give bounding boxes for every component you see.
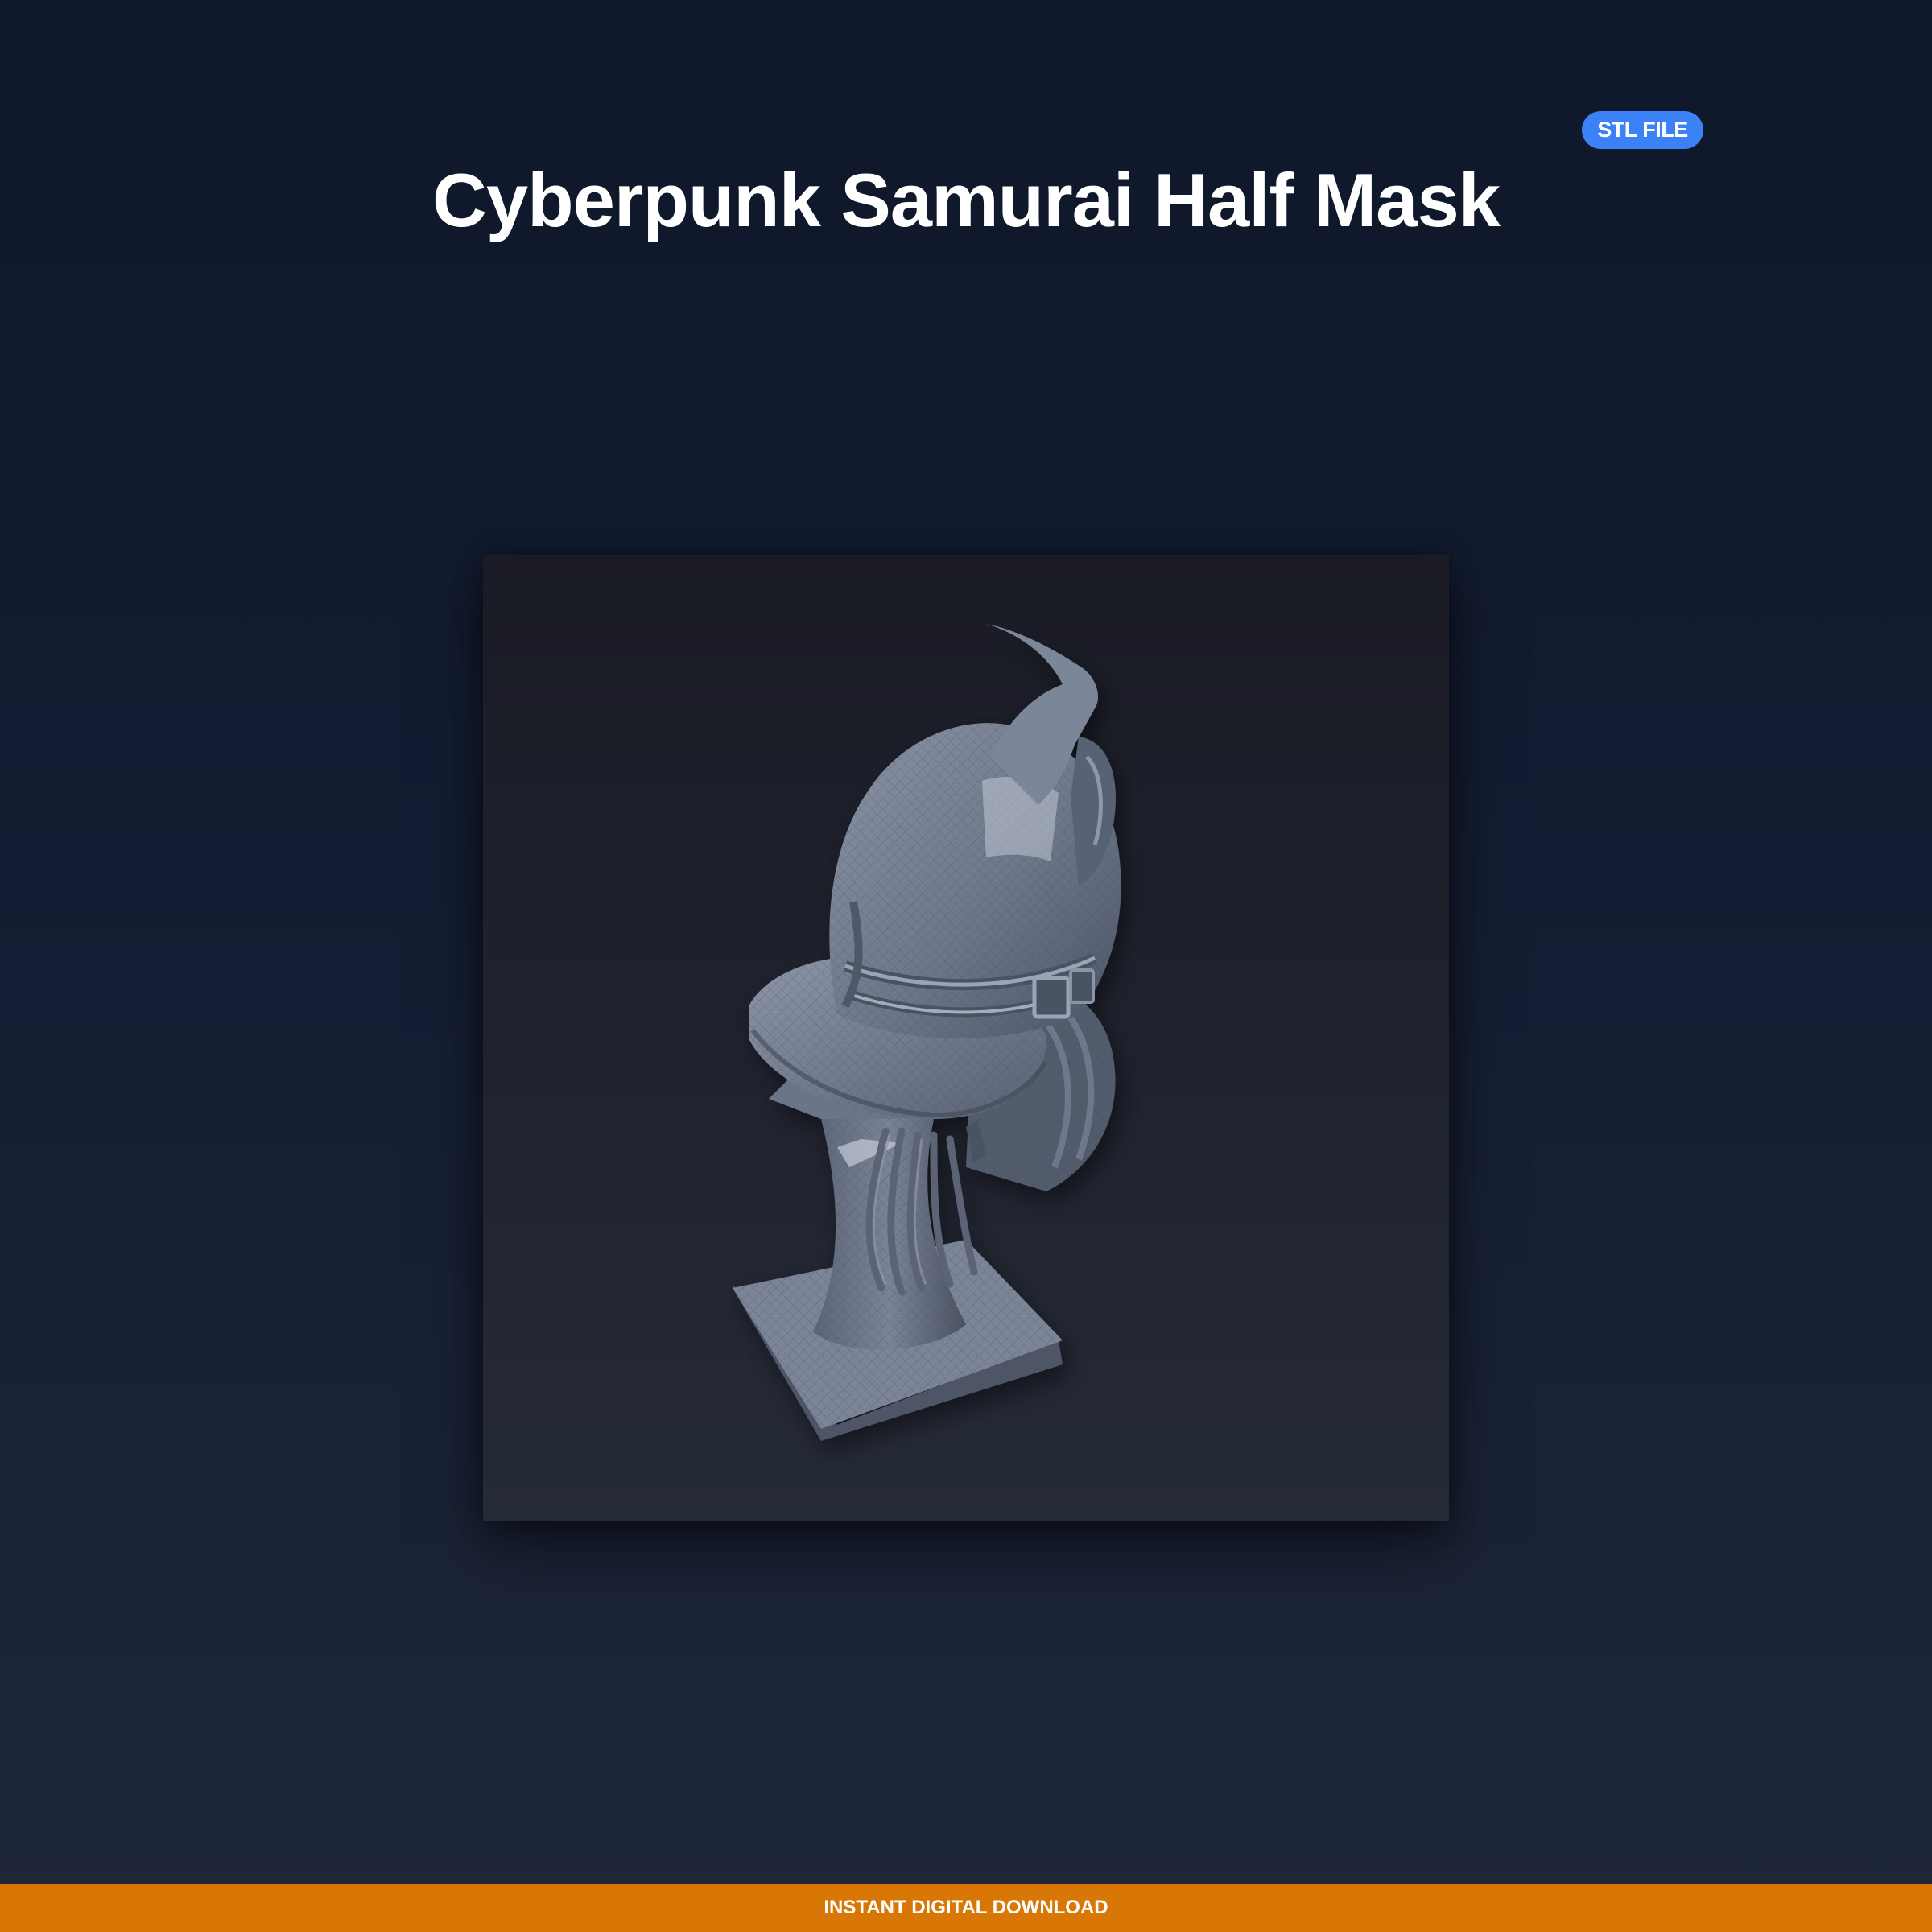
page-title: Cyberpunk Samurai Half Mask: [432, 158, 1501, 242]
helmet-model: [733, 624, 1121, 1441]
helmet-render-icon: [733, 624, 1121, 1441]
file-type-label: STL FILE: [1597, 118, 1688, 142]
download-banner-label: INSTANT DIGITAL DOWNLOAD: [824, 1897, 1108, 1918]
download-banner: INSTANT DIGITAL DOWNLOAD: [0, 1884, 1932, 1932]
model-preview: [483, 555, 1449, 1521]
file-type-badge: STL FILE: [1582, 111, 1703, 149]
